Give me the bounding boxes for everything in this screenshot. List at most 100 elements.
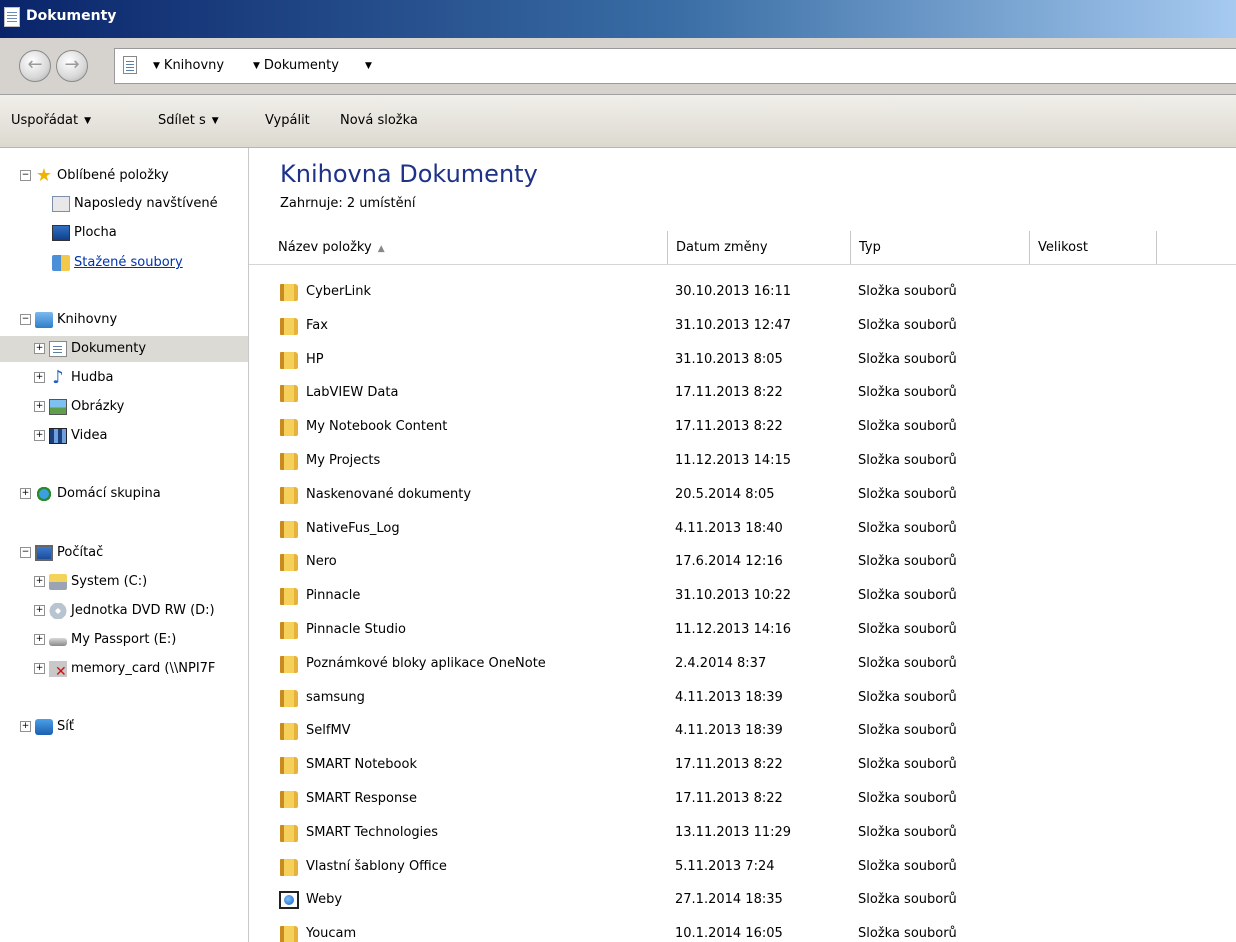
file-row[interactable]: Naskenované dokumenty 20.5.2014 8:05 Složk…	[249, 478, 1236, 512]
file-type: Složka souborů	[858, 892, 957, 908]
title-bar[interactable]: Dokumenty	[0, 0, 1236, 38]
nav-network-drive[interactable]: +memory_card (\\NPI7F	[34, 656, 215, 685]
expand-icon[interactable]: +	[34, 576, 45, 587]
column-header-name[interactable]: Název položky ▲	[270, 231, 668, 264]
video-icon	[49, 427, 67, 444]
folder-icon	[280, 824, 298, 842]
folder-icon	[280, 622, 298, 639]
nav-computer[interactable]: − Počítač	[20, 540, 103, 566]
hard-drive-icon	[49, 573, 67, 590]
file-date: 11.12.2013 14:15	[675, 453, 792, 468]
file-row[interactable]: Pinnacle 31.10.2013 10:22 Složka souborů	[249, 579, 1236, 613]
desktop-icon	[52, 224, 70, 241]
nav-favorites[interactable]: − ★ Oblíbené položky	[20, 163, 169, 189]
address-bar[interactable]: ▼ Knihovny ▼ Dokumenty ▼	[114, 48, 1236, 84]
file-row[interactable]: SelfMV 4.11.2013 18:39 Složka souborů	[249, 714, 1236, 748]
file-type: Složka souborů	[858, 351, 957, 367]
collapse-icon[interactable]: −	[20, 314, 31, 325]
column-header-size[interactable]: Velikost	[1030, 231, 1157, 264]
nav-drive-e[interactable]: + My Passport (E:)	[34, 627, 176, 653]
nav-desktop[interactable]: Plocha	[52, 220, 117, 246]
disconnected-network-drive-icon	[49, 659, 67, 685]
file-name: NativeFus_Log	[306, 520, 400, 536]
chevron-icon: ▼	[153, 61, 160, 71]
file-row[interactable]: SMART Technologies 13.11.2013 11:29 Složka…	[249, 816, 1236, 850]
share-button[interactable]: Sdílet s ▼	[158, 113, 219, 128]
downloads-icon	[52, 254, 70, 271]
nav-drive-c[interactable]: + System (C:)	[34, 569, 147, 595]
expand-icon[interactable]: +	[34, 634, 45, 645]
nav-libraries[interactable]: − Knihovny	[20, 307, 117, 333]
nav-homegroup[interactable]: + Domácí skupina	[20, 481, 161, 507]
new-folder-button[interactable]: Nová složka	[340, 113, 418, 128]
organize-button[interactable]: Uspořádat ▼	[11, 113, 91, 128]
nav-music[interactable]: + ♪ Hudba	[34, 365, 114, 391]
folder-icon	[280, 588, 298, 606]
file-row[interactable]: NativeFus_Log 4.11.2013 18:40 Složka soubo…	[249, 512, 1236, 546]
file-row[interactable]: LabVIEW Data 17.11.2013 8:22 Složka soubor…	[249, 376, 1236, 410]
file-row[interactable]: Fax 31.10.2013 12:47 Složka souborů	[249, 309, 1236, 343]
file-date: 17.11.2013 8:22	[675, 791, 783, 806]
file-row[interactable]: Nero 17.6.2014 12:16 Složka souborů	[249, 545, 1236, 579]
nav-network[interactable]: + Síť	[20, 714, 74, 740]
file-row[interactable]: Poznámkové bloky aplikace OneNote 2.4.201…	[249, 647, 1236, 681]
nav-pictures[interactable]: + Obrázky	[34, 394, 124, 420]
file-row[interactable]: Vlastní šablony Office 5.11.2013 7:24 Slož…	[249, 850, 1236, 884]
expand-icon[interactable]: +	[34, 343, 45, 354]
column-header-type[interactable]: Typ	[851, 231, 1030, 264]
file-row[interactable]: HP 31.10.2013 8:05 Složka souborů	[249, 343, 1236, 377]
file-type: Složka souborů	[858, 588, 957, 604]
file-row[interactable]: My Notebook Content 17.11.2013 8:22 Složka…	[249, 410, 1236, 444]
network-icon	[35, 718, 53, 735]
folder-icon	[280, 723, 298, 741]
file-name: Weby	[306, 892, 343, 908]
file-row[interactable]: SMART Notebook 17.11.2013 8:22 Složka soub…	[249, 748, 1236, 782]
nav-downloads[interactable]: Stažené soubory	[52, 250, 183, 276]
web-folder-icon	[279, 891, 299, 910]
expand-icon[interactable]: +	[34, 401, 45, 412]
collapse-icon[interactable]: −	[20, 547, 31, 558]
file-date: 17.11.2013 8:22	[675, 757, 783, 773]
file-row[interactable]: CyberLink 30.10.2013 16:11 Složka souborů	[249, 275, 1236, 309]
nav-documents[interactable]: + Dokumenty	[0, 336, 248, 362]
back-button[interactable]: ←	[19, 50, 51, 82]
file-name: SelfMV	[306, 723, 351, 739]
folder-icon	[280, 689, 298, 707]
file-row[interactable]: SMART Response 17.11.2013 8:22 Složka soub…	[249, 782, 1236, 816]
breadcrumb-documents[interactable]: ▼ Dokumenty	[253, 58, 339, 73]
burn-button[interactable]: Vypálit	[265, 113, 310, 128]
nav-videos[interactable]: + Videa	[34, 423, 107, 449]
collapse-icon[interactable]: −	[20, 170, 31, 181]
forward-button[interactable]: →	[56, 50, 88, 82]
nav-recent[interactable]: Naposledy navštívené	[52, 191, 218, 217]
file-row[interactable]: samsung 4.11.2013 18:39 Složka souborů	[249, 681, 1236, 715]
file-date: 20.5.2014 8:05	[675, 486, 775, 502]
folder-icon	[280, 284, 298, 301]
file-type: Složka souborů	[858, 824, 957, 840]
file-type: Složka souborů	[858, 655, 957, 671]
expand-icon[interactable]: +	[20, 721, 31, 732]
file-type: Složka souborů	[858, 453, 957, 468]
file-date: 30.10.2013 16:11	[675, 284, 792, 299]
column-header-date[interactable]: Datum změny	[668, 231, 851, 264]
file-row[interactable]: Weby 27.1.2014 18:35 Složka souborů	[249, 883, 1236, 917]
expand-icon[interactable]: +	[34, 663, 45, 674]
file-name: My Projects	[306, 453, 381, 468]
file-row[interactable]: My Projects 11.12.2013 14:15 Složka soubor…	[249, 444, 1236, 478]
folder-icon	[280, 791, 298, 808]
locations-link[interactable]: 2 umístění	[347, 196, 416, 211]
file-row[interactable]: Pinnacle Studio 11.12.2013 14:16 Složka so…	[249, 613, 1236, 647]
file-type: Složka souborů	[858, 622, 957, 637]
expand-icon[interactable]: +	[34, 430, 45, 441]
expand-icon[interactable]: +	[20, 488, 31, 499]
expand-icon[interactable]: +	[34, 372, 45, 383]
expand-icon[interactable]: +	[34, 605, 45, 616]
nav-drive-d[interactable]: + Jednotka DVD RW (D:)	[34, 598, 215, 624]
file-row[interactable]: Youcam 10.1.2014 16:05 Složka souborů	[249, 917, 1236, 942]
file-name: Pinnacle Studio	[306, 622, 406, 637]
file-name: My Notebook Content	[306, 419, 448, 435]
file-type: Složka souborů	[858, 520, 957, 536]
computer-icon	[35, 544, 53, 561]
breadcrumb-libraries[interactable]: ▼ Knihovny	[153, 58, 224, 73]
breadcrumb-dropdown[interactable]: ▼	[365, 58, 376, 73]
